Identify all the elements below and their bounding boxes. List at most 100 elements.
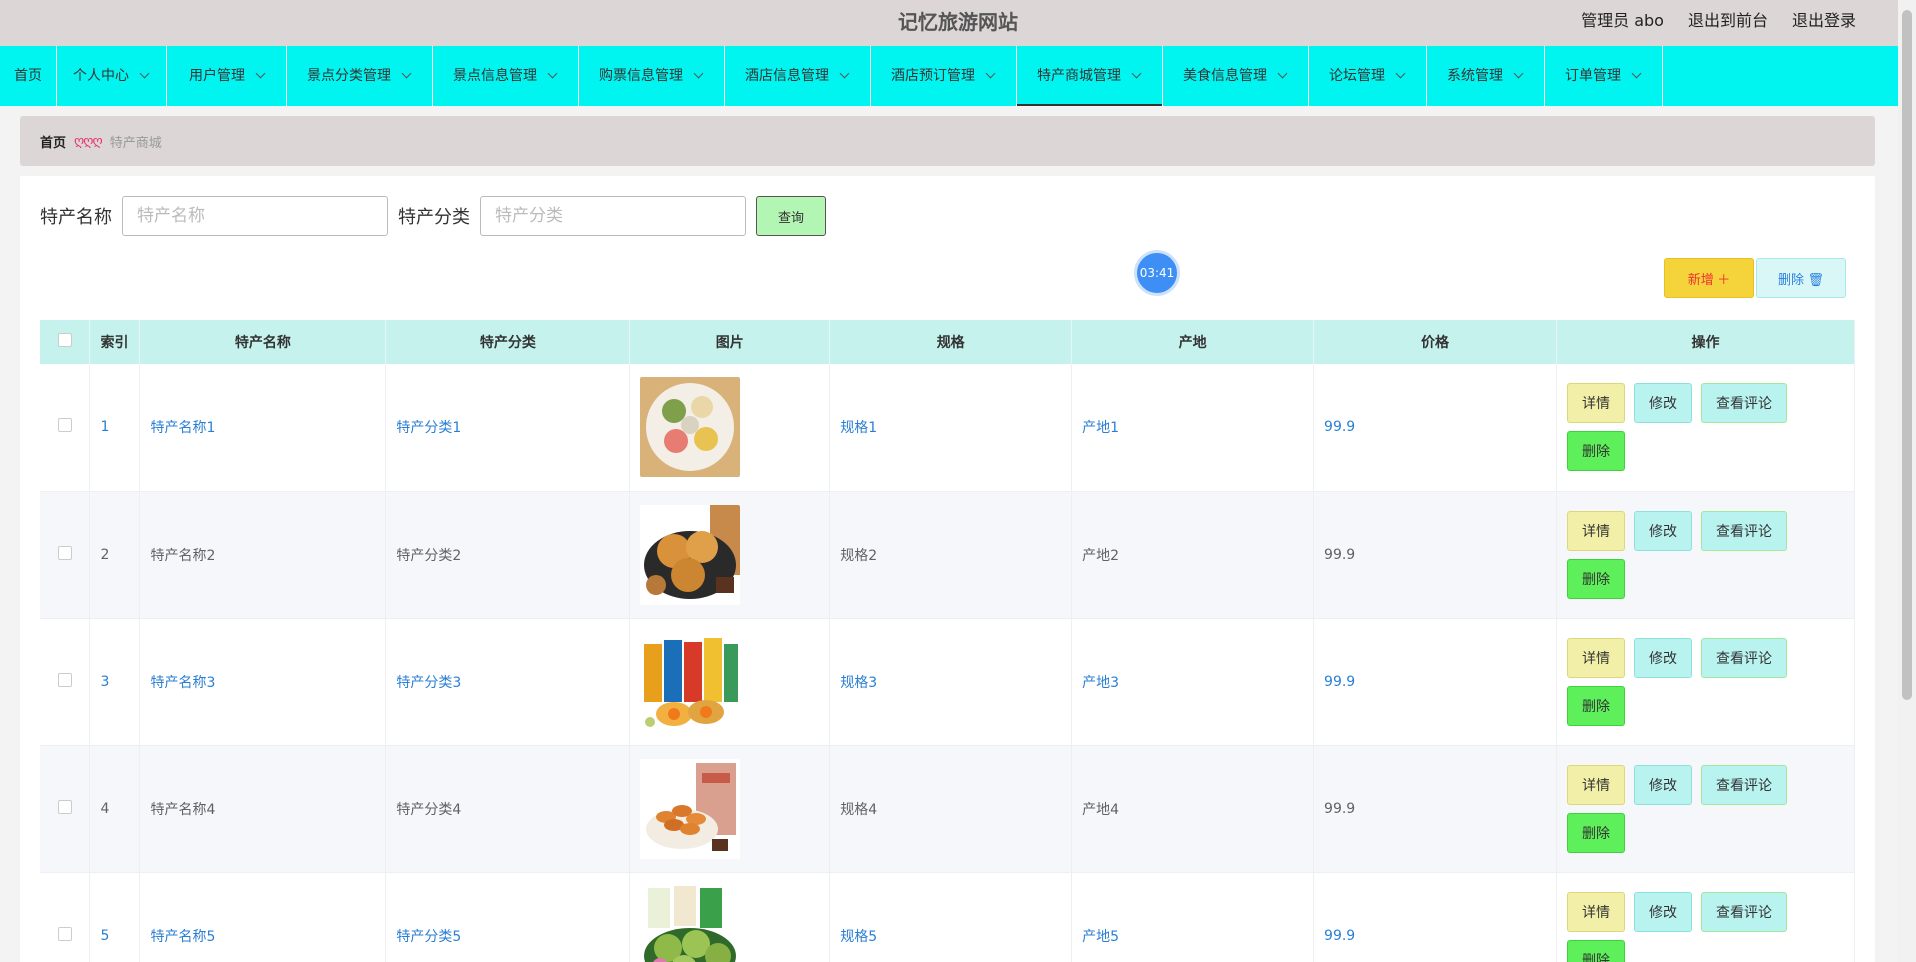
delete-button[interactable]: 删除 xyxy=(1566,431,1625,472)
row-checkbox[interactable] xyxy=(57,418,72,433)
select-all-checkbox[interactable] xyxy=(57,333,72,347)
nav-item-user-management[interactable]: 用户管理 xyxy=(167,46,287,106)
category-cell: 特产分类3 xyxy=(385,618,631,746)
origin-cell: 产地3 xyxy=(1071,618,1315,746)
nav-item-scenic-info[interactable]: 景点信息管理 xyxy=(433,46,579,106)
nav-item-hotel-info[interactable]: 酒店信息管理 xyxy=(725,46,871,106)
view-comments-button[interactable]: 查看评论 xyxy=(1700,764,1787,805)
top-links: 管理员 abo 退出到前台 退出登录 xyxy=(1581,0,1856,42)
nav-item-forum[interactable]: 论坛管理 xyxy=(1309,46,1427,106)
table-row: 2 特产名称2 特产分类2 规格2 产地2 99.9 详情 修改 查看评论 删除 xyxy=(40,491,1856,619)
nav-item-specialty-mall[interactable]: 特产商城管理 xyxy=(1017,46,1163,106)
detail-button[interactable]: 详情 xyxy=(1566,764,1625,805)
add-button[interactable]: 新增 ＋ xyxy=(1664,258,1754,298)
spec-cell: 规格5 xyxy=(829,872,1073,962)
column-header: 特产分类 xyxy=(385,320,631,364)
nav-item-label: 景点分类管理 xyxy=(307,68,391,84)
delete-button[interactable]: 删除 xyxy=(1566,685,1625,726)
detail-button[interactable]: 详情 xyxy=(1566,383,1625,424)
delete-button[interactable]: 删除 xyxy=(1566,812,1625,853)
timer-badge: 03:41 xyxy=(1134,250,1180,296)
edit-button[interactable]: 修改 xyxy=(1633,510,1692,551)
price-cell: 99.9 xyxy=(1313,618,1557,746)
row-checkbox[interactable] xyxy=(57,545,72,560)
select-all-cell xyxy=(40,320,91,364)
row-checkbox[interactable] xyxy=(57,799,72,814)
origin-cell: 产地2 xyxy=(1071,491,1315,619)
table-row: 1 特产名称1 特产分类1 规格1 产地1 99.9 详情 修改 查看评论 删除 xyxy=(40,364,1856,492)
detail-button[interactable]: 详情 xyxy=(1566,891,1625,932)
column-header: 规格 xyxy=(829,320,1073,364)
column-header: 图片 xyxy=(629,320,831,364)
nav-item-label: 酒店预订管理 xyxy=(891,68,975,84)
origin-cell: 产地5 xyxy=(1071,872,1315,962)
table-row: 3 特产名称3 特产分类3 规格3 产地3 99.9 详情 修改 查看评论 删除 xyxy=(40,618,1856,746)
row-select-cell xyxy=(40,364,91,492)
category-cell: 特产分类2 xyxy=(385,491,631,619)
price-cell: 99.9 xyxy=(1313,872,1557,962)
detail-button[interactable]: 详情 xyxy=(1566,510,1625,551)
chevron-down-icon xyxy=(547,68,558,79)
row-checkbox[interactable] xyxy=(57,672,72,687)
row-checkbox[interactable] xyxy=(57,926,72,941)
category-cell: 特产分类5 xyxy=(385,872,631,962)
nav-item-label: 特产商城管理 xyxy=(1037,68,1121,84)
category-search-input[interactable] xyxy=(480,196,746,236)
edit-button[interactable]: 修改 xyxy=(1633,891,1692,932)
image-cell xyxy=(629,745,831,873)
scrollbar-thumb[interactable] xyxy=(1902,10,1912,700)
edit-button[interactable]: 修改 xyxy=(1633,637,1692,678)
edit-button[interactable]: 修改 xyxy=(1633,764,1692,805)
image-cell xyxy=(629,364,831,492)
delete-button[interactable]: 删除 xyxy=(1566,558,1625,599)
detail-button[interactable]: 详情 xyxy=(1566,637,1625,678)
index-cell: 3 xyxy=(89,618,141,746)
breadcrumb-home[interactable]: 首页 xyxy=(40,132,66,151)
name-search-input[interactable] xyxy=(122,196,388,236)
chevron-down-icon xyxy=(1131,68,1142,79)
to-front-link[interactable]: 退出到前台 xyxy=(1688,0,1768,42)
table-row: 4 特产名称4 特产分类4 规格4 产地4 99.9 详情 修改 查看评论 删除 xyxy=(40,745,1856,873)
nav-item-orders[interactable]: 订单管理 xyxy=(1545,46,1663,106)
spec-cell: 规格1 xyxy=(829,364,1073,492)
admin-label: 管理员 abo xyxy=(1581,11,1664,30)
view-comments-button[interactable]: 查看评论 xyxy=(1700,891,1787,932)
breadcrumb: 首页 ღღღ 特产商城 xyxy=(20,116,1875,166)
nav-item-label: 首页 xyxy=(14,68,42,84)
table-row: 5 特产名称5 特产分类5 规格5 产地5 99.9 详情 修改 查看评论 删除 xyxy=(40,872,1856,962)
delete-button[interactable]: 删除 xyxy=(1566,939,1625,962)
image-cell xyxy=(629,491,831,619)
row-select-cell xyxy=(40,872,91,962)
operations-cell: 详情 修改 查看评论 删除 xyxy=(1556,745,1856,873)
name-cell: 特产名称2 xyxy=(139,491,387,619)
twisted-dough-image xyxy=(640,758,741,859)
price-cell: 99.9 xyxy=(1313,491,1557,619)
nav-item-home[interactable]: 首页 xyxy=(0,46,57,106)
view-comments-button[interactable]: 查看评论 xyxy=(1700,383,1787,424)
page-scrollbar[interactable] xyxy=(1898,0,1916,962)
nav-item-hotel-booking[interactable]: 酒店预订管理 xyxy=(871,46,1017,106)
query-button[interactable]: 查询 xyxy=(756,196,826,236)
nav-item-food-info[interactable]: 美食信息管理 xyxy=(1163,46,1309,106)
nav-item-system[interactable]: 系统管理 xyxy=(1427,46,1545,106)
name-search-label: 特产名称 xyxy=(40,207,112,228)
name-cell: 特产名称3 xyxy=(139,618,387,746)
chevron-down-icon xyxy=(255,68,266,79)
operations-cell: 详情 修改 查看评论 删除 xyxy=(1556,872,1856,962)
chevron-down-icon xyxy=(1513,68,1524,79)
nav-item-label: 景点信息管理 xyxy=(453,68,537,84)
view-comments-button[interactable]: 查看评论 xyxy=(1700,510,1787,551)
nav-item-personal-center[interactable]: 个人中心 xyxy=(57,46,167,106)
image-cell xyxy=(629,872,831,962)
category-search-label: 特产分类 xyxy=(398,207,470,228)
logout-link[interactable]: 退出登录 xyxy=(1792,0,1856,42)
operations-cell: 详情 修改 查看评论 删除 xyxy=(1556,618,1856,746)
view-comments-button[interactable]: 查看评论 xyxy=(1700,637,1787,678)
batch-delete-button[interactable]: 删除 🗑 xyxy=(1756,258,1846,298)
operations-cell: 详情 修改 查看评论 删除 xyxy=(1556,364,1856,492)
main-nav: 首页 个人中心 用户管理 景点分类管理 景点信息管理 购票信息管理 酒店信息管理… xyxy=(0,46,1898,106)
edit-button[interactable]: 修改 xyxy=(1633,383,1692,424)
nav-item-ticket-info[interactable]: 购票信息管理 xyxy=(579,46,725,106)
spec-cell: 规格4 xyxy=(829,745,1073,873)
nav-item-scenic-category[interactable]: 景点分类管理 xyxy=(287,46,433,106)
